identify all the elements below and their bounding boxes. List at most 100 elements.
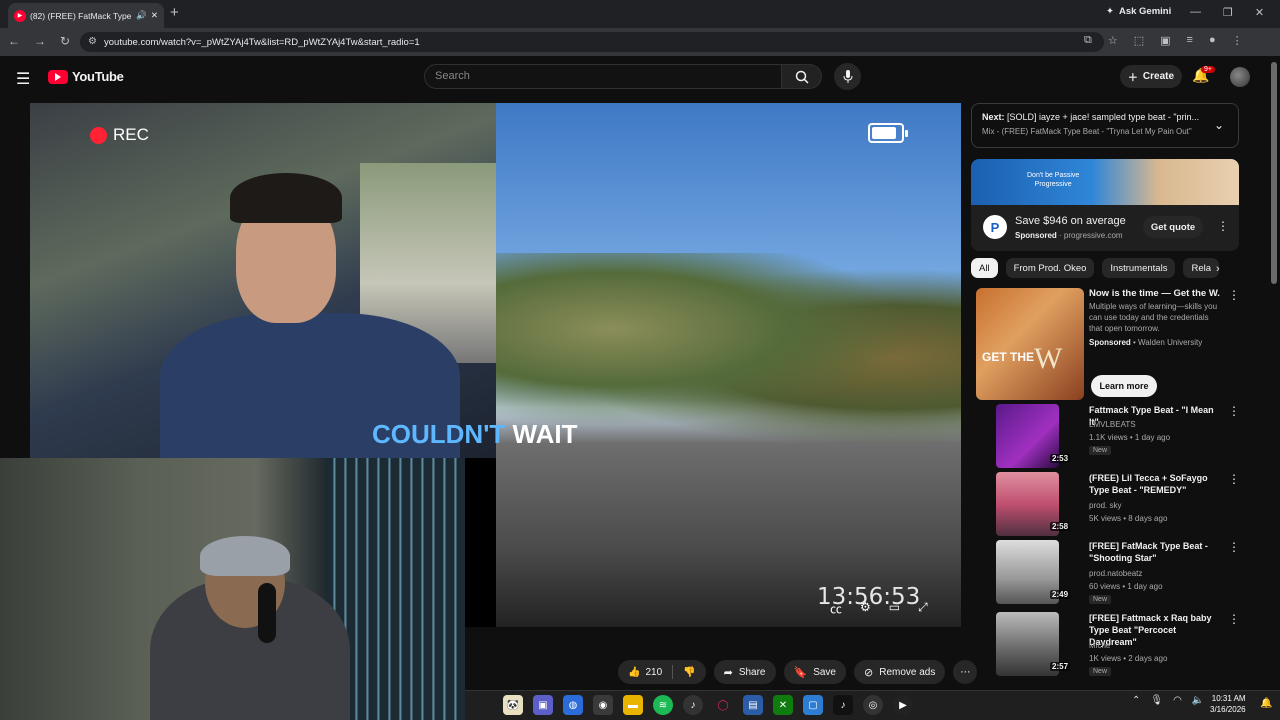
channel-name[interactable]: prod.natobeatz <box>1089 569 1142 578</box>
volume-icon[interactable]: 🔈 <box>1192 695 1204 706</box>
tab-close-icon[interactable]: ✕ <box>151 10 158 21</box>
plus-icon: ＋ <box>1127 73 1138 84</box>
youtube-logo[interactable]: YouTube <box>48 69 124 84</box>
music-app-icon[interactable]: ♪ <box>683 695 703 715</box>
chevron-down-icon[interactable]: ⌄ <box>1214 118 1224 132</box>
extensions-icon[interactable]: ⬚ <box>1134 34 1144 47</box>
ad-card[interactable]: Don't be Passive Progressive P Save $946… <box>971 159 1239 251</box>
voice-search-button[interactable] <box>834 63 861 90</box>
list-item[interactable]: 2:53 Fattmack Type Beat - "I Mean It" LM… <box>976 404 1240 470</box>
chrome-profile-icon[interactable]: ◎ <box>863 695 883 715</box>
window-app-icon[interactable]: ▢ <box>803 695 823 715</box>
channel-name[interactable]: prod. sky <box>1089 501 1121 510</box>
more-vertical-icon[interactable]: ⋮ <box>1228 404 1240 418</box>
chip-related[interactable]: Rela <box>1183 258 1219 278</box>
sponsored-item[interactable]: GET THE W Now is the time — Get the W. M… <box>976 288 1240 400</box>
dislike-button[interactable]: 👎 <box>673 667 705 678</box>
rec-label: REC <box>113 125 149 144</box>
more-vertical-icon[interactable]: ⋮ <box>1228 288 1240 302</box>
get-quote-button[interactable]: Get quote <box>1143 216 1203 238</box>
sponsored-title[interactable]: Now is the time — Get the W. <box>1089 288 1220 299</box>
back-icon[interactable]: ← <box>8 34 20 48</box>
next-subtitle: Mix - (FREE) FatMack Type Beat - "Tryna … <box>982 127 1192 136</box>
learn-more-button[interactable]: Learn more <box>1091 375 1157 397</box>
save-label: Save <box>813 666 836 678</box>
sponsored-thumbnail[interactable]: GET THE W <box>976 288 1084 400</box>
panda-app-icon[interactable]: 🐼 <box>503 695 523 715</box>
profile-icon[interactable]: ● <box>1209 34 1216 47</box>
channel-name[interactable]: LMVLBEATS <box>1089 420 1136 429</box>
video-title[interactable]: [FREE] FatMack Type Beat - "Shooting Sta… <box>1089 540 1224 564</box>
chip-instrumentals[interactable]: Instrumentals <box>1102 258 1176 278</box>
tab-audio-icon[interactable]: 🔊 <box>136 10 147 21</box>
site-info-icon[interactable]: ⚙ <box>88 36 97 47</box>
save-button[interactable]: 🔖 Save <box>783 660 846 684</box>
sidepanel-icon[interactable]: ▣ <box>1160 34 1170 47</box>
reload-icon[interactable]: ↻ <box>60 34 70 48</box>
tiktok-icon[interactable]: ♪ <box>833 695 853 715</box>
list-item[interactable]: 2:49 [FREE] FatMack Type Beat - "Shootin… <box>976 540 1240 606</box>
share-button[interactable]: ➦ Share <box>713 660 776 684</box>
miniplayer-icon[interactable]: ▭ <box>889 600 900 617</box>
video-duration: 2:58 <box>1050 522 1071 531</box>
more-actions-button[interactable]: ⋯ <box>953 660 978 684</box>
record-dot-icon <box>90 126 107 144</box>
chrome-icon[interactable]: ◉ <box>593 695 613 715</box>
video-title[interactable]: (FREE) Lil Tecca + SoFaygo Type Beat - "… <box>1089 472 1224 496</box>
minimize-icon[interactable]: — <box>1190 6 1201 19</box>
media-player-icon[interactable]: ▶ <box>893 695 913 715</box>
tab-search-icon[interactable]: ≡ <box>1187 34 1193 47</box>
like-button[interactable]: 👍 210 <box>618 667 672 678</box>
create-button[interactable]: ＋ Create <box>1120 65 1182 88</box>
spotify-icon[interactable]: ≋ <box>653 695 673 715</box>
ad-banner-image[interactable] <box>971 159 1239 205</box>
install-icon[interactable]: ⧉ <box>1084 34 1092 47</box>
copilot-icon[interactable]: ◍ <box>563 695 583 715</box>
remove-ads-button[interactable]: ⊘ Remove ads <box>854 660 946 684</box>
video-road-view <box>496 103 961 627</box>
hamburger-menu-icon[interactable]: ☰ <box>16 69 30 89</box>
notification-bell-icon[interactable]: 🔔 <box>1260 698 1272 709</box>
ad-banner-line-2: Progressive <box>1034 181 1072 188</box>
more-vertical-icon[interactable]: ⋮ <box>1217 219 1229 233</box>
chip-from-channel[interactable]: From Prod. Okeo <box>1005 258 1095 278</box>
wifi-icon[interactable]: ◠ <box>1173 695 1182 706</box>
next-up-panel[interactable]: Next: [SOLD] iayze + jace! sampled type … <box>971 103 1239 148</box>
address-bar[interactable]: youtube.com/watch?v=_pWtZYAj4Tw&list=RD_… <box>80 32 1104 52</box>
bookmark-star-icon[interactable]: ☆ <box>1108 34 1118 47</box>
video-duration: 2:53 <box>1050 454 1071 463</box>
store-icon[interactable]: ▤ <box>743 695 763 715</box>
sponsored-thumb-text: GET THE <box>982 350 1035 364</box>
list-item[interactable]: 2:58 (FREE) Lil Tecca + SoFaygo Type Bea… <box>976 472 1240 538</box>
close-window-icon[interactable]: ✕ <box>1255 6 1264 19</box>
list-item[interactable]: 2:57 [FREE] Fattmack x Raq baby Type Bea… <box>976 612 1240 678</box>
more-vertical-icon[interactable]: ⋮ <box>1228 540 1240 554</box>
search-icon <box>795 70 809 84</box>
file-explorer-icon[interactable]: ▬ <box>623 695 643 715</box>
xbox-icon[interactable]: ✕ <box>773 695 793 715</box>
more-vertical-icon[interactable]: ⋮ <box>1228 472 1240 486</box>
chevron-right-icon[interactable]: › <box>1216 263 1220 275</box>
channel-name[interactable]: Miche <box>1089 641 1110 650</box>
browser-tab[interactable]: ▶ (82) (FREE) FatMack Type B 🔊 ✕ <box>8 3 164 28</box>
new-tab-button[interactable]: + <box>170 5 184 21</box>
more-vertical-icon[interactable]: ⋮ <box>1228 612 1240 626</box>
forward-icon[interactable]: → <box>34 34 46 48</box>
app-ring-icon[interactable]: ◯ <box>713 695 733 715</box>
fullscreen-icon[interactable]: ⤢ <box>918 600 928 617</box>
search-button[interactable] <box>782 64 822 89</box>
teams-icon[interactable]: ▣ <box>533 695 553 715</box>
taskbar-clock[interactable]: 10:31 AM 3/16/2026 <box>1210 693 1246 715</box>
subtitles-icon[interactable]: ㏄ <box>830 600 842 617</box>
page-scrollbar[interactable] <box>1271 62 1277 284</box>
search-input[interactable]: Search <box>424 64 782 89</box>
chevron-up-icon[interactable]: ⌃ <box>1132 695 1140 706</box>
microphone-tray-icon[interactable]: 🎙 <box>1150 695 1163 706</box>
chip-all[interactable]: All <box>971 258 998 278</box>
battery-icon <box>868 123 908 143</box>
browser-menu-icon[interactable]: ⋮ <box>1232 34 1243 47</box>
settings-gear-icon[interactable]: ⚙ <box>860 600 871 617</box>
account-avatar[interactable] <box>1230 67 1250 87</box>
maximize-icon[interactable]: ❐ <box>1223 6 1233 19</box>
ask-gemini-button[interactable]: ✦ Ask Gemini <box>1106 6 1171 17</box>
